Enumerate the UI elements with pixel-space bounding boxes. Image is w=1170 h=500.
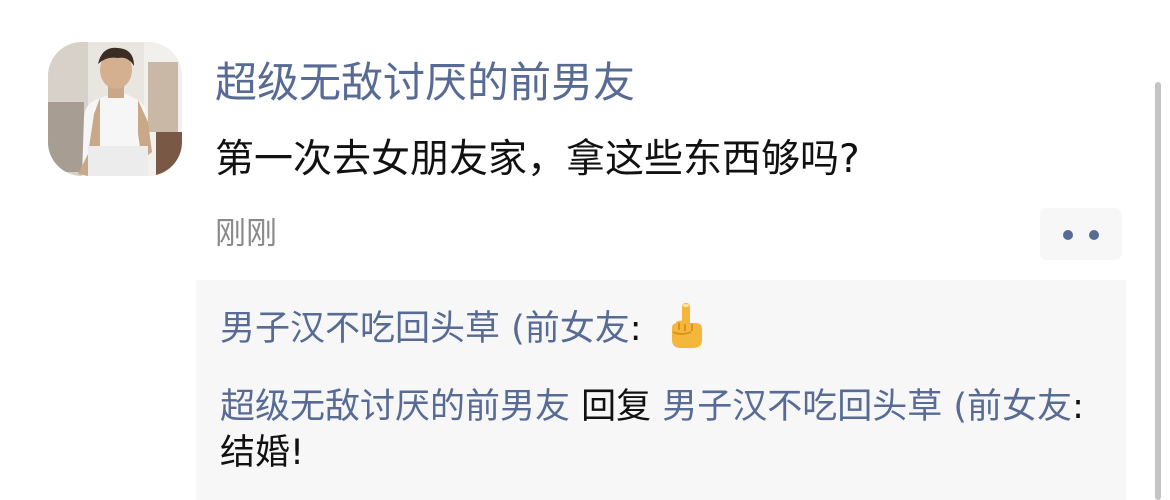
more-dots-icon [1089, 230, 1099, 240]
comment-section: 男子汉不吃回头草 (前女友: 超级无敌讨厌的前男友 回复 男子汉不吃回头草 (前… [196, 280, 1126, 500]
comment-separator: : [629, 309, 653, 349]
comment-author[interactable]: 超级无敌讨厌的前男友 [220, 387, 570, 427]
middle-finger-emoji-icon [667, 302, 707, 350]
comment-author[interactable]: 男子汉不吃回头草 (前女友 [220, 309, 630, 349]
scrollbar[interactable] [1155, 82, 1161, 500]
avatar-photo [48, 42, 182, 176]
post-timestamp: 刚刚 [215, 216, 277, 252]
post-text: 第一次去女朋友家，拿这些东西够吗? [215, 137, 860, 182]
reply-label: 回复 [570, 387, 663, 427]
comment-separator: : [1072, 387, 1084, 427]
more-button[interactable] [1040, 208, 1122, 260]
avatar[interactable] [48, 42, 182, 176]
more-dots-icon [1063, 230, 1073, 240]
moments-post: 超级无敌讨厌的前男友 第一次去女朋友家，拿这些东西够吗? 刚刚 男子汉不吃回头草… [0, 0, 1170, 500]
comment-text: 结婚! [220, 433, 305, 473]
comment-item[interactable]: 男子汉不吃回头草 (前女友: [220, 302, 707, 354]
comment-item[interactable]: 超级无敌讨厌的前男友 回复 男子汉不吃回头草 (前女友: 结婚! [220, 384, 1100, 476]
reply-target-name[interactable]: 男子汉不吃回头草 (前女友 [662, 387, 1072, 427]
post-author-name[interactable]: 超级无敌讨厌的前男友 [215, 54, 635, 112]
